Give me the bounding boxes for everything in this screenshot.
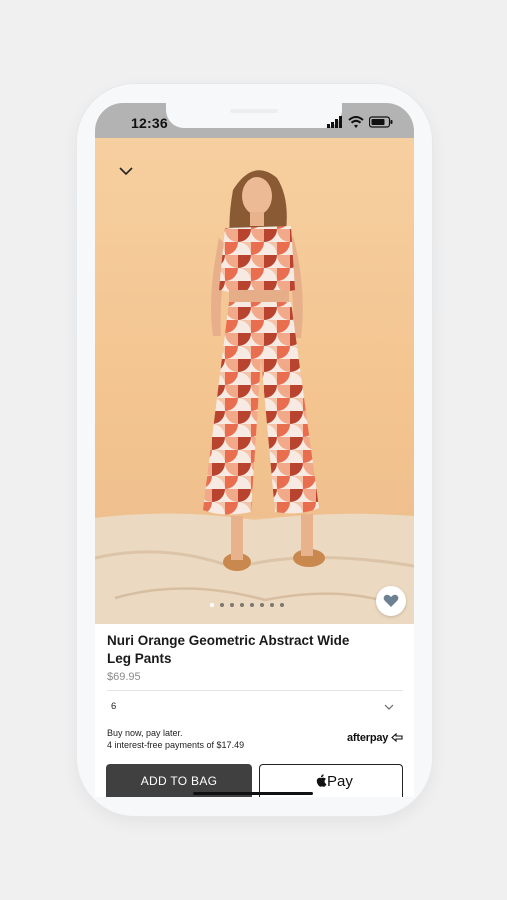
phone-side-button [72,190,76,210]
model-photo [95,170,414,624]
pager-dot[interactable] [260,603,264,607]
device-notch [166,103,342,128]
home-indicator [193,792,313,795]
product-image[interactable] [95,138,414,624]
battery-icon [369,116,393,128]
pager-dot[interactable] [210,603,214,607]
phone-side-button [72,296,76,338]
afterpay-promo: Buy now, pay later. [107,728,183,738]
device-stage: 12:36 Nuri Orange Geometric Abstract Wid… [0,0,507,900]
status-bar: 12:36 [95,103,414,138]
image-pager [210,603,284,609]
afterpay-installments: 4 interest-free payments of $17.49 [107,740,245,750]
phone-side-button [72,238,76,280]
apple-logo-icon [316,774,327,787]
pager-dot[interactable] [270,603,274,607]
afterpay-arrows-icon [391,732,403,743]
size-value: 6 [111,701,117,712]
chevron-down-icon [384,704,394,710]
apple-pay-label: Pay [327,773,353,790]
status-icons [327,116,397,130]
product-title: Nuri Orange Geometric Abstract Wide Leg … [107,633,350,666]
pager-dot[interactable] [240,603,244,607]
heart-icon [383,594,399,607]
pager-dot[interactable] [220,603,224,607]
app-screen: 12:36 Nuri Orange Geometric Abstract Wid… [95,103,414,797]
divider [107,690,403,691]
wifi-icon [348,116,364,128]
signal-icon [327,116,342,128]
speaker-grill [230,109,278,113]
product-price: $69.95 [107,671,141,683]
phone-side-button [433,246,437,312]
afterpay-logo: afterpay [347,732,403,744]
size-dropdown[interactable]: 6 [107,697,403,717]
pager-dot[interactable] [250,603,254,607]
pager-dot[interactable] [280,603,284,607]
favorite-button[interactable] [376,586,406,616]
status-time: 12:36 [131,115,168,131]
pager-dot[interactable] [230,603,234,607]
chevron-down-icon[interactable] [117,164,135,178]
afterpay-logo-text: afterpay [347,732,389,744]
